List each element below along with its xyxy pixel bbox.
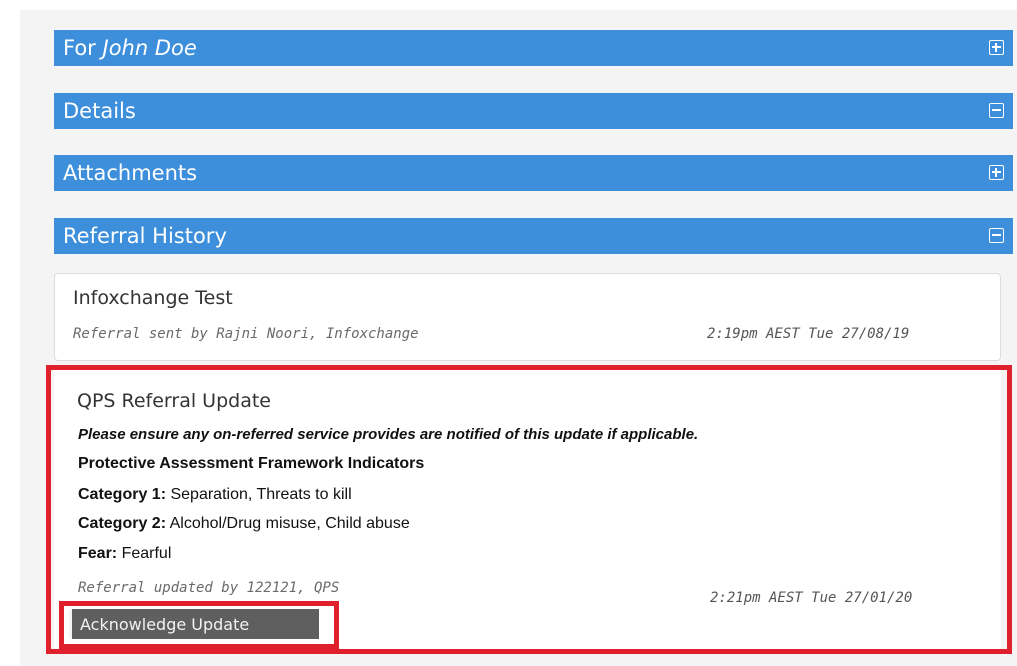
- section-referral-history[interactable]: Referral History: [54, 218, 1013, 254]
- history-item-title: Infoxchange Test: [73, 287, 233, 309]
- section-for-client[interactable]: For John Doe: [54, 30, 1013, 66]
- history-item-timestamp: 2:19pm AEST Tue 27/08/19: [707, 326, 910, 342]
- client-name: John Doe: [102, 36, 197, 60]
- expand-plus-icon[interactable]: [989, 165, 1004, 180]
- section-attachments[interactable]: Attachments: [54, 155, 1013, 191]
- history-item-meta: Referral sent by Rajni Noori, Infoxchang…: [73, 326, 419, 342]
- section-for-label: For: [63, 36, 96, 60]
- collapse-minus-icon[interactable]: [989, 228, 1004, 243]
- section-details[interactable]: Details: [54, 93, 1013, 129]
- collapse-minus-icon[interactable]: [989, 103, 1004, 118]
- section-referral-history-label: Referral History: [63, 224, 227, 248]
- expand-plus-icon[interactable]: [989, 40, 1004, 55]
- section-details-label: Details: [63, 99, 136, 123]
- acknowledge-update-button[interactable]: Acknowledge Update: [69, 609, 319, 639]
- section-attachments-label: Attachments: [63, 161, 198, 185]
